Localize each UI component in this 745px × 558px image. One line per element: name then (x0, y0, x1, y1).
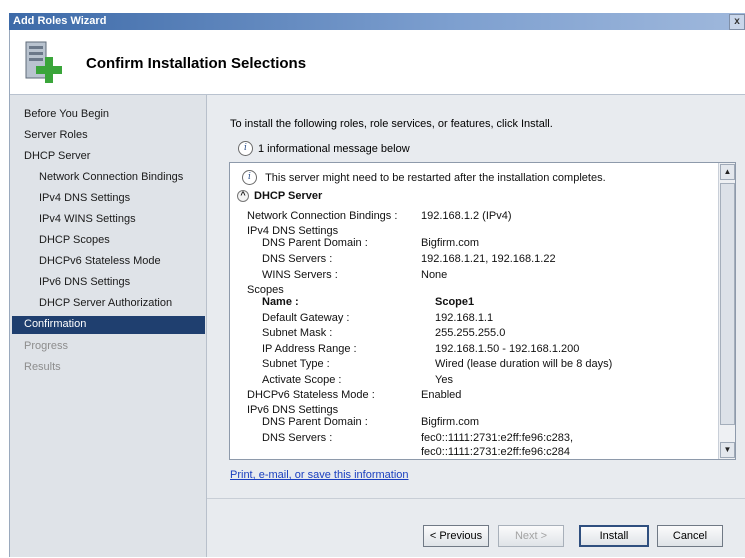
nav-item-ipv4-dns[interactable]: IPv4 DNS Settings (39, 192, 130, 204)
collapse-icon[interactable]: ^ (237, 190, 249, 203)
info-icon: i (242, 170, 257, 185)
detail-value: None (421, 269, 448, 281)
detail-value: Bigfirm.com (421, 237, 480, 249)
button-bar: < Previous Next > Install Cancel (207, 498, 745, 558)
nav-item-dhcpv6-stateless[interactable]: DHCPv6 Stateless Mode (39, 255, 161, 267)
nav-item-server-roles[interactable]: Server Roles (24, 129, 88, 141)
scroll-thumb[interactable] (720, 183, 735, 425)
selections-box[interactable]: i This server might need to be restarted… (229, 162, 736, 460)
title-bar: Add Roles Wizard x (9, 13, 745, 30)
detail-value: fec0::1111:2731:e2ff:fe96:c284 (421, 446, 571, 458)
nav-item-network-bindings[interactable]: Network Connection Bindings (39, 171, 183, 183)
server-add-icon (25, 41, 62, 83)
close-icon[interactable]: x (729, 14, 745, 30)
detail-label: DNS Servers : (262, 253, 333, 265)
detail-value: 192.168.1.21, 192.168.1.22 (421, 253, 556, 265)
detail-label: DHCPv6 Stateless Mode : (247, 389, 375, 401)
section-title: DHCP Server (254, 190, 323, 202)
vertical-scrollbar[interactable]: ▲ ▼ (718, 163, 735, 459)
detail-value: 192.168.1.2 (IPv4) (421, 210, 512, 222)
next-button: Next > (498, 525, 564, 547)
detail-value: Scope1 (435, 296, 475, 308)
detail-label: DNS Servers : (262, 432, 333, 444)
nav-item-progress: Progress (24, 340, 69, 352)
detail-label: WINS Servers : (262, 269, 338, 281)
detail-label: Subnet Type : (262, 358, 330, 370)
detail-label: DNS Parent Domain : (262, 416, 368, 428)
scroll-up-icon[interactable]: ▲ (720, 164, 735, 180)
detail-value: 192.168.1.50 - 192.168.1.200 (435, 343, 580, 355)
nav-item-before-you-begin[interactable]: Before You Begin (24, 108, 109, 120)
detail-value: 255.255.255.0 (435, 327, 506, 339)
subsection-heading: IPv6 DNS Settings (247, 404, 339, 416)
detail-label: Default Gateway : (262, 312, 350, 324)
nav-item-results: Results (24, 361, 61, 373)
print-save-link[interactable]: Print, e-mail, or save this information (230, 469, 409, 481)
page-title: Confirm Installation Selections (86, 55, 307, 72)
subsection-heading: Scopes (247, 284, 284, 296)
nav-item-confirmation[interactable]: Confirmation (12, 316, 205, 334)
section-header[interactable]: ^ DHCP Server (237, 190, 323, 203)
detail-label: Subnet Mask : (262, 327, 333, 339)
info-icon: i (238, 141, 253, 156)
restart-message: i This server might need to be restarted… (242, 170, 606, 185)
detail-label: Network Connection Bindings : (247, 210, 398, 222)
window-title: Add Roles Wizard (13, 15, 107, 27)
intro-text: To install the following roles, role ser… (230, 118, 553, 130)
detail-value: Bigfirm.com (421, 416, 480, 428)
install-button[interactable]: Install (579, 525, 649, 547)
wizard-nav: Before You Begin Server Roles DHCP Serve… (10, 95, 207, 557)
nav-item-label: Confirmation (24, 318, 87, 330)
detail-value: Wired (lease duration will be 8 days) (435, 358, 613, 370)
detail-label: Name : (262, 296, 299, 308)
nav-item-dhcp-server[interactable]: DHCP Server (24, 150, 90, 162)
nav-item-ipv6-dns[interactable]: IPv6 DNS Settings (39, 276, 130, 288)
wizard-header: Confirm Installation Selections (10, 30, 745, 95)
info-count-text: 1 informational message below (258, 142, 410, 155)
main-panel: To install the following roles, role ser… (207, 95, 745, 557)
restart-text: This server might need to be restarted a… (265, 171, 606, 184)
cancel-button[interactable]: Cancel (657, 525, 723, 547)
detail-value: 192.168.1.1 (435, 312, 494, 324)
detail-label: IP Address Range : (262, 343, 357, 355)
detail-value: fec0::1111:2731:e2ff:fe96:c283, (421, 432, 574, 444)
previous-button[interactable]: < Previous (423, 525, 489, 547)
detail-value: Enabled (421, 389, 462, 401)
subsection-heading: IPv4 DNS Settings (247, 225, 339, 237)
scroll-down-icon[interactable]: ▼ (720, 442, 735, 458)
nav-item-dhcp-authorization[interactable]: DHCP Server Authorization (39, 297, 172, 309)
info-summary: i 1 informational message below (238, 141, 410, 156)
nav-item-dhcp-scopes[interactable]: DHCP Scopes (39, 234, 110, 246)
nav-item-ipv4-wins[interactable]: IPv4 WINS Settings (39, 213, 136, 225)
detail-label: DNS Parent Domain : (262, 237, 368, 249)
detail-label: Activate Scope : (262, 374, 342, 386)
detail-value: Yes (435, 374, 453, 386)
